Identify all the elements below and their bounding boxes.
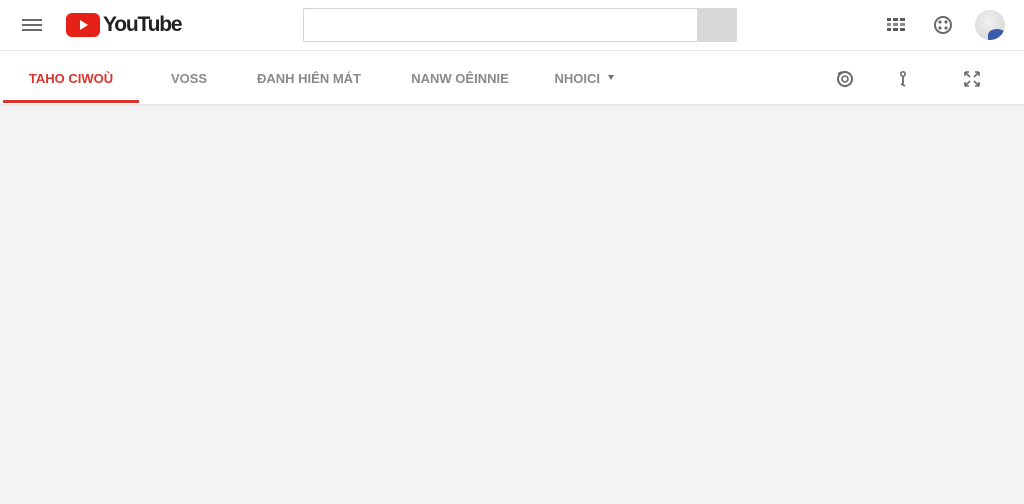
tab-2-label: VOSS: [170, 71, 208, 86]
search-input[interactable]: [303, 8, 697, 42]
info-icon[interactable]: [893, 69, 913, 89]
avatar[interactable]: [975, 10, 1005, 40]
tab-1[interactable]: TAHO CIWOÙ: [3, 51, 139, 104]
active-tab-indicator: [3, 100, 139, 103]
apps-icon[interactable]: [932, 14, 954, 36]
top-bar: YouTube: [0, 0, 1024, 51]
tab-1-label: TAHO CIWOÙ: [28, 71, 114, 86]
tab-3-label: ĐANH HIÊN MÁT: [257, 71, 361, 86]
tab-2[interactable]: VOSS: [155, 51, 223, 104]
tab-4[interactable]: NANW OÊINNIE: [405, 51, 515, 104]
refresh-icon[interactable]: [835, 69, 855, 89]
tab-5-label: NHOICI: [554, 71, 600, 86]
avatar-shape: [988, 29, 1005, 40]
logo-text: YouTube: [103, 13, 183, 36]
tab-4-label: NANW OÊINNIE: [411, 71, 509, 86]
tab-bar: TAHO CIWOÙ VOSS ĐANH HIÊN MÁT NANW OÊINN…: [0, 51, 1024, 106]
tab-5[interactable]: NHOICI: [548, 51, 620, 104]
upload-icon[interactable]: [885, 14, 907, 36]
content-area: [0, 106, 1024, 504]
youtube-logo[interactable]: YouTube: [66, 12, 183, 38]
play-logo-icon: [66, 13, 100, 37]
search-button[interactable]: [697, 8, 737, 42]
chevron-down-icon: [607, 75, 614, 81]
tab-3[interactable]: ĐANH HIÊN MÁT: [250, 51, 368, 104]
menu-icon[interactable]: [20, 14, 44, 36]
fullscreen-icon[interactable]: [962, 69, 982, 89]
